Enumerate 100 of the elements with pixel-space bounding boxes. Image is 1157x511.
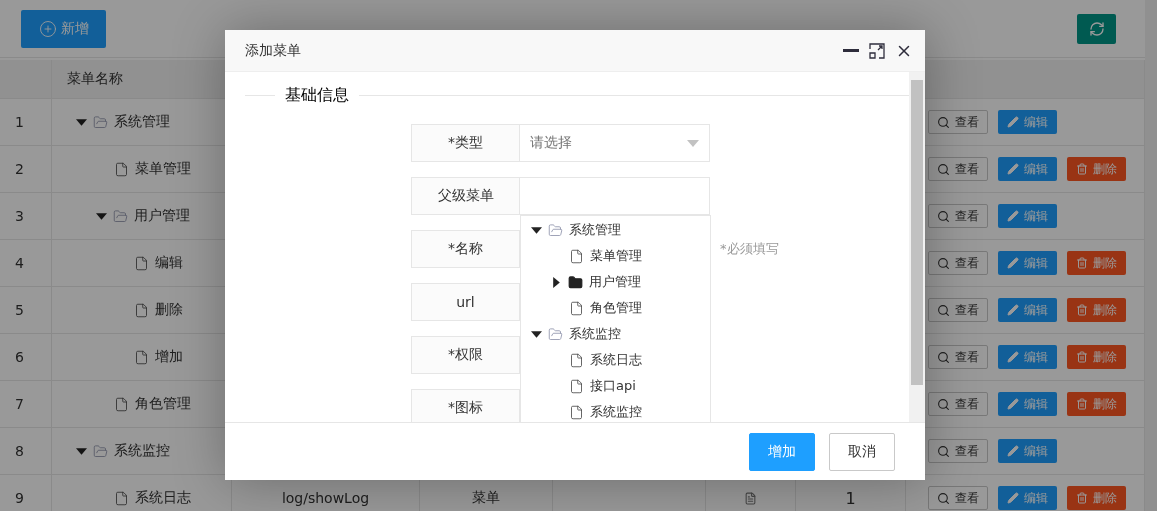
expanded-caret-icon[interactable] [531, 328, 542, 340]
row-number: 1 [15, 114, 24, 130]
expanded-caret-icon[interactable] [531, 224, 542, 236]
table-cell: log/showLog [281, 490, 370, 506]
field-hint: *必须填写 [720, 240, 779, 258]
menu-name: 删除 [155, 301, 183, 319]
document-icon [114, 396, 129, 412]
search-icon [937, 256, 950, 270]
search-icon [937, 209, 950, 223]
pencil-icon [1007, 257, 1019, 269]
field-label: *图标 [411, 389, 520, 422]
field-label: 父级菜单 [411, 177, 520, 215]
menu-name: 系统监控 [114, 442, 170, 460]
view-button[interactable]: 查看 [928, 204, 988, 228]
row-number: 8 [15, 443, 24, 459]
menu-name: 系统管理 [114, 113, 170, 131]
tree-option[interactable]: 角色管理 [521, 295, 710, 321]
search-icon [937, 303, 950, 317]
trash-icon [1076, 492, 1088, 504]
view-button[interactable]: 查看 [928, 110, 988, 134]
tree-option[interactable]: 接口api [521, 373, 710, 399]
trash-icon [1076, 163, 1088, 175]
view-button[interactable]: 查看 [928, 298, 988, 322]
pencil-icon [1007, 398, 1019, 410]
view-button[interactable]: 查看 [928, 251, 988, 275]
search-icon [937, 491, 950, 505]
search-icon [937, 397, 950, 411]
search-icon [937, 350, 950, 364]
field-label: *类型 [411, 124, 520, 162]
document-icon [134, 255, 149, 271]
open-folder-icon [93, 443, 108, 459]
menu-name: 菜单管理 [135, 160, 191, 178]
expanded-caret-icon[interactable] [76, 116, 87, 128]
collapsed-caret-icon[interactable] [551, 276, 562, 288]
field-label: url [411, 283, 520, 321]
dropdown-caret-icon [687, 139, 699, 147]
tree-option[interactable]: 系统监控 [521, 399, 710, 422]
pencil-icon [1007, 304, 1019, 316]
refresh-button[interactable] [1077, 13, 1116, 44]
menu-name: 增加 [155, 348, 183, 366]
folder-icon [568, 274, 583, 290]
document-icon [744, 491, 757, 505]
document-icon [114, 490, 129, 506]
maximize-icon [869, 42, 885, 59]
open-folder-icon [93, 114, 108, 130]
pencil-icon [1007, 163, 1019, 175]
row-number: 4 [15, 255, 24, 271]
menu-name: 编辑 [155, 254, 183, 272]
row-number: 5 [15, 302, 24, 318]
maximize-button[interactable] [869, 42, 885, 59]
row-number: 6 [15, 349, 24, 365]
cancel-button[interactable]: 取消 [829, 432, 895, 471]
tree-option[interactable]: 用户管理 [521, 269, 710, 295]
trash-icon [1076, 304, 1088, 316]
document-icon [569, 352, 584, 368]
column-header: 菜单名称 [67, 70, 123, 88]
view-button[interactable]: 查看 [928, 392, 988, 416]
document-icon [134, 302, 149, 318]
view-button[interactable]: 查看 [928, 157, 988, 181]
trash-icon [1076, 398, 1088, 410]
document-icon [569, 248, 584, 264]
document-icon [569, 404, 584, 420]
input-field[interactable] [520, 177, 710, 215]
document-icon [114, 161, 129, 177]
table-cell: 1 [845, 488, 856, 508]
row-number: 3 [15, 208, 24, 224]
row-number: 9 [15, 490, 24, 506]
pencil-icon [1007, 210, 1019, 222]
open-folder-icon [548, 222, 563, 238]
document-icon [569, 300, 584, 316]
view-button[interactable]: 查看 [928, 486, 988, 510]
menu-name: 角色管理 [135, 395, 191, 413]
field-label: *名称 [411, 230, 520, 268]
tree-option[interactable]: 系统管理 [521, 217, 710, 243]
expanded-caret-icon[interactable] [96, 210, 107, 222]
table-cell: 菜单 [472, 489, 500, 507]
expanded-caret-icon[interactable] [76, 445, 87, 457]
view-button[interactable]: 查看 [928, 345, 988, 369]
plus-icon [38, 19, 57, 38]
document-icon [569, 378, 584, 394]
search-icon [937, 444, 950, 458]
pencil-icon [1007, 492, 1019, 504]
minimize-icon [843, 49, 859, 52]
menu-name: 用户管理 [134, 207, 190, 225]
search-icon [937, 115, 950, 129]
tree-option[interactable]: 菜单管理 [521, 243, 710, 269]
tree-option[interactable]: 系统日志 [521, 347, 710, 373]
pencil-icon [1007, 116, 1019, 128]
pencil-icon [1007, 351, 1019, 363]
open-folder-icon [113, 208, 128, 224]
section-title: 基础信息 [284, 84, 350, 106]
select-field[interactable]: 请选择 [520, 124, 710, 162]
view-button[interactable]: 查看 [928, 439, 988, 463]
dialog-scrollbar[interactable] [909, 72, 925, 422]
trash-icon [1076, 257, 1088, 269]
tree-option[interactable]: 系统监控 [521, 321, 710, 347]
row-number: 2 [15, 161, 24, 177]
open-folder-icon [548, 326, 563, 342]
menu-name: 系统日志 [135, 489, 191, 507]
document-icon [134, 349, 149, 365]
